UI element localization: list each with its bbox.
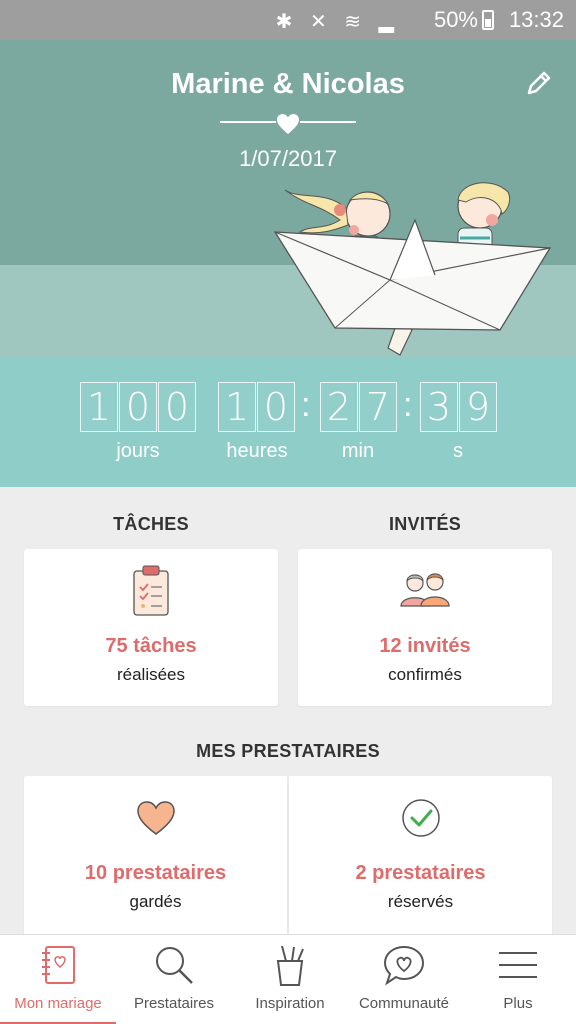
hours-digit: 1 [218,382,256,432]
pencil-cup-icon [276,945,304,986]
vendors-kept-card[interactable]: 10 prestataires gardés [24,776,287,934]
menu-icon [499,952,537,978]
nav-inspiration[interactable]: Inspiration [232,935,348,1024]
vendors-booked-count: 2 prestataires [355,862,486,884]
nav-communaute[interactable]: Communauté [348,935,460,1024]
paper-boat-illustration [273,182,552,356]
search-icon [156,947,193,984]
guests-count: 12 invités [379,635,471,657]
seconds-counter: 3 9 [420,382,498,434]
vendors-booked-status: réservés [387,892,454,911]
seconds-digit: 3 [420,382,458,432]
nav-mon-mariage[interactable]: Mon mariage [0,935,116,1024]
nav-label: Inspiration [255,995,325,1012]
nav-label: Prestataires [133,995,215,1012]
notebook-icon [42,946,75,984]
seconds-digit: 9 [459,382,497,432]
wedding-date: 1/07/2017 [239,146,337,171]
clipboard-icon [133,565,169,616]
minutes-counter: 2 7 [320,382,398,434]
heart-icon [136,801,175,835]
guests-title: INVITÉS [388,514,462,534]
battery-percentage: 50% [433,7,478,32]
nav-label: Mon mariage [14,995,102,1012]
tasks-card[interactable]: 75 tâches réalisées [24,549,278,706]
clock: 13:32 [508,7,564,32]
seconds-label: s [453,440,463,462]
days-label: jours [116,440,160,462]
divider-left [220,121,276,123]
tasks-count: 75 tâches [105,635,197,657]
edit-pencil-icon[interactable] [524,68,554,98]
nav-label: Plus [503,995,533,1012]
countdown: 1 0 0 1 0 : 2 7 : 3 9 jours heures min s [0,380,576,487]
status-icons: ✱ ✕ ≋ ▂ [275,11,400,33]
status-bar: ✱ ✕ ≋ ▂ 50% 13:32 [0,0,576,40]
nav-prestataires[interactable]: Prestataires [116,935,232,1024]
tasks-status: réalisées [116,665,186,684]
nav-plus[interactable]: Plus [460,935,576,1024]
guests-card[interactable]: 12 invités confirmés [298,549,552,706]
heart-icon [277,114,299,134]
colon-separator: : [301,386,311,424]
guests-status: confirmés [388,665,462,684]
battery-icon [482,10,494,30]
days-digit: 0 [158,382,196,432]
minutes-digit: 7 [359,382,397,432]
days-counter: 1 0 0 [80,382,197,434]
days-digit: 0 [119,382,157,432]
minutes-digit: 2 [320,382,358,432]
divider-right [300,121,356,123]
tasks-title: TÂCHES [113,514,189,534]
minutes-label: min [341,440,375,462]
chat-heart-icon [383,945,425,986]
days-digit: 1 [80,382,118,432]
colon-separator: : [403,386,413,424]
bottom-navigation: Mon mariage Prestataires Inspiration Com… [0,934,576,1024]
check-circle-icon [401,799,440,837]
couple-name: Marine & Nicolas [171,68,405,100]
wedding-header: Marine & Nicolas 1/07/2017 1 0 0 1 0: 2… [0,40,576,487]
guests-icon [400,573,450,607]
hours-digit: 0 [257,382,295,432]
vendors-kept-status: gardés [129,892,182,911]
vendors-booked-card[interactable]: 2 prestataires réservés [289,776,552,934]
hours-label: heures [226,440,288,462]
hours-counter: 1 0 [218,382,296,434]
nav-label: Communauté [358,995,450,1012]
vendors-title: MES PRESTATAIRES [196,741,380,761]
vendors-kept-count: 10 prestataires [84,862,227,884]
